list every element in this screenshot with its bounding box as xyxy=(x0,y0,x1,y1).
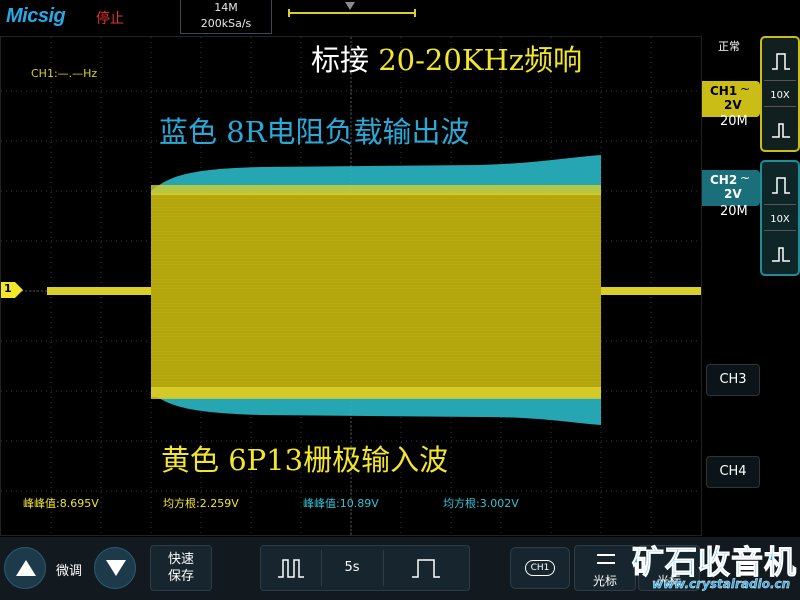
trigger-source-label: CH1 xyxy=(525,560,555,576)
memory-timeline[interactable] xyxy=(288,9,416,17)
right-panel: 正常 CH1 ~ 2V 20M 10X CH2 ~ 2V 20M 10X CH3… xyxy=(702,36,800,536)
blue-wave-annotation: 蓝色 8R电阻负载输出波 xyxy=(159,115,470,149)
fine-down-button[interactable] xyxy=(94,547,136,589)
quick-save-line1: 快速 xyxy=(167,552,194,567)
trigger-position-icon[interactable] xyxy=(345,2,355,10)
fine-adjust-label: 微调 xyxy=(56,564,83,579)
ch1-scale-up-icon[interactable] xyxy=(770,50,792,72)
ch1-volts-div: 2V xyxy=(724,98,742,112)
brand-logo: Micsig xyxy=(6,5,66,27)
ch2-settings[interactable]: CH2 ~ 2V xyxy=(702,170,760,206)
ch1-name: CH1 xyxy=(710,84,738,98)
cursor-button[interactable]: 光标 xyxy=(574,545,636,591)
title-annotation: 标接 20-20KHz频响 xyxy=(311,37,582,79)
timebase-increase-button[interactable] xyxy=(383,546,469,590)
ch2-rms[interactable]: 均方根:3.002V xyxy=(443,495,519,511)
ch2-peak-to-peak[interactable]: 峰峰值:10.89V xyxy=(303,495,379,511)
waveform-display[interactable]: CH1:—.—Hz 标接 20-20KHz频响 蓝色 8R电阻负载输出波 黄色 … xyxy=(0,36,702,536)
trigger-mode[interactable]: 正常 xyxy=(718,38,740,54)
ch2-scale-up-icon[interactable] xyxy=(770,174,792,196)
ch1-marker-label: 1 xyxy=(4,282,12,295)
ch1-offset-marker[interactable]: 1 xyxy=(1,282,23,298)
triangle-up-icon xyxy=(16,560,36,576)
ch2-scale-down-icon[interactable] xyxy=(770,242,792,264)
ch1-probe-ratio[interactable]: 10X xyxy=(762,90,798,101)
ch1-scale-down-icon[interactable] xyxy=(770,118,792,140)
memory-depth: 14M xyxy=(214,1,238,14)
top-bar: Micsig 停止 14M 200kSa/s xyxy=(0,0,800,36)
quick-save-line2: 保存 xyxy=(167,569,194,584)
ch1-envelope-top-edge xyxy=(151,185,601,195)
ch2-bandwidth: 20M xyxy=(720,204,748,219)
ch1-rms[interactable]: 均方根:2.259V xyxy=(163,495,239,511)
title-annotation-white: 标接 xyxy=(311,43,370,77)
ch1-peak-to-peak[interactable]: 峰峰值:8.695V xyxy=(23,495,99,511)
quick-save-button[interactable]: 快速 保存 xyxy=(150,545,212,591)
site-watermark: 矿石收音机 www.crystalradio.cn xyxy=(631,537,800,600)
ch3-button[interactable]: CH3 xyxy=(706,364,760,396)
watermark-url: www.crystalradio.cn xyxy=(652,577,791,591)
narrow-pulse-icon xyxy=(278,559,304,578)
run-stop-status[interactable]: 停止 xyxy=(96,8,124,28)
timebase-controls: 5s xyxy=(260,545,470,591)
ch1-coupling: ~ xyxy=(740,82,751,96)
cursor-label: 光标 xyxy=(592,574,617,588)
ch1-settings[interactable]: CH1 ~ 2V xyxy=(702,81,760,117)
trigger-source-button[interactable]: CH1 xyxy=(510,547,570,589)
timebase-decrease-button[interactable] xyxy=(261,546,321,590)
ch1-baseline-right xyxy=(601,287,701,295)
cursor-icon xyxy=(597,554,615,564)
yellow-wave-annotation: 黄色 6P13栅极输入波 xyxy=(161,443,449,477)
ch1-frequency-readout: CH1:—.—Hz xyxy=(31,67,98,80)
ch2-side-controls: 10X xyxy=(760,160,800,276)
ch2-volts-div: 2V xyxy=(724,187,742,201)
wide-pulse-icon xyxy=(412,559,440,578)
ch1-waveform xyxy=(47,185,701,399)
ch2-probe-ratio[interactable]: 10X xyxy=(762,214,798,225)
ch4-button[interactable]: CH4 xyxy=(706,456,760,488)
ch1-baseline-left xyxy=(47,287,151,295)
ch2-name: CH2 xyxy=(710,173,738,187)
timebase-value[interactable]: 5s xyxy=(321,546,383,590)
sample-rate: 200kSa/s xyxy=(200,17,252,30)
fine-up-button[interactable] xyxy=(4,547,46,589)
acquisition-info[interactable]: 14M 200kSa/s xyxy=(180,0,272,34)
ch1-envelope-bottom-edge xyxy=(151,387,601,399)
ch1-side-controls: 10X xyxy=(760,36,800,152)
ch2-coupling: ~ xyxy=(740,171,751,185)
title-annotation-yellow: 20-20KHz频响 xyxy=(378,43,583,77)
ch1-bandwidth: 20M xyxy=(720,114,748,129)
triangle-down-icon xyxy=(106,560,126,576)
